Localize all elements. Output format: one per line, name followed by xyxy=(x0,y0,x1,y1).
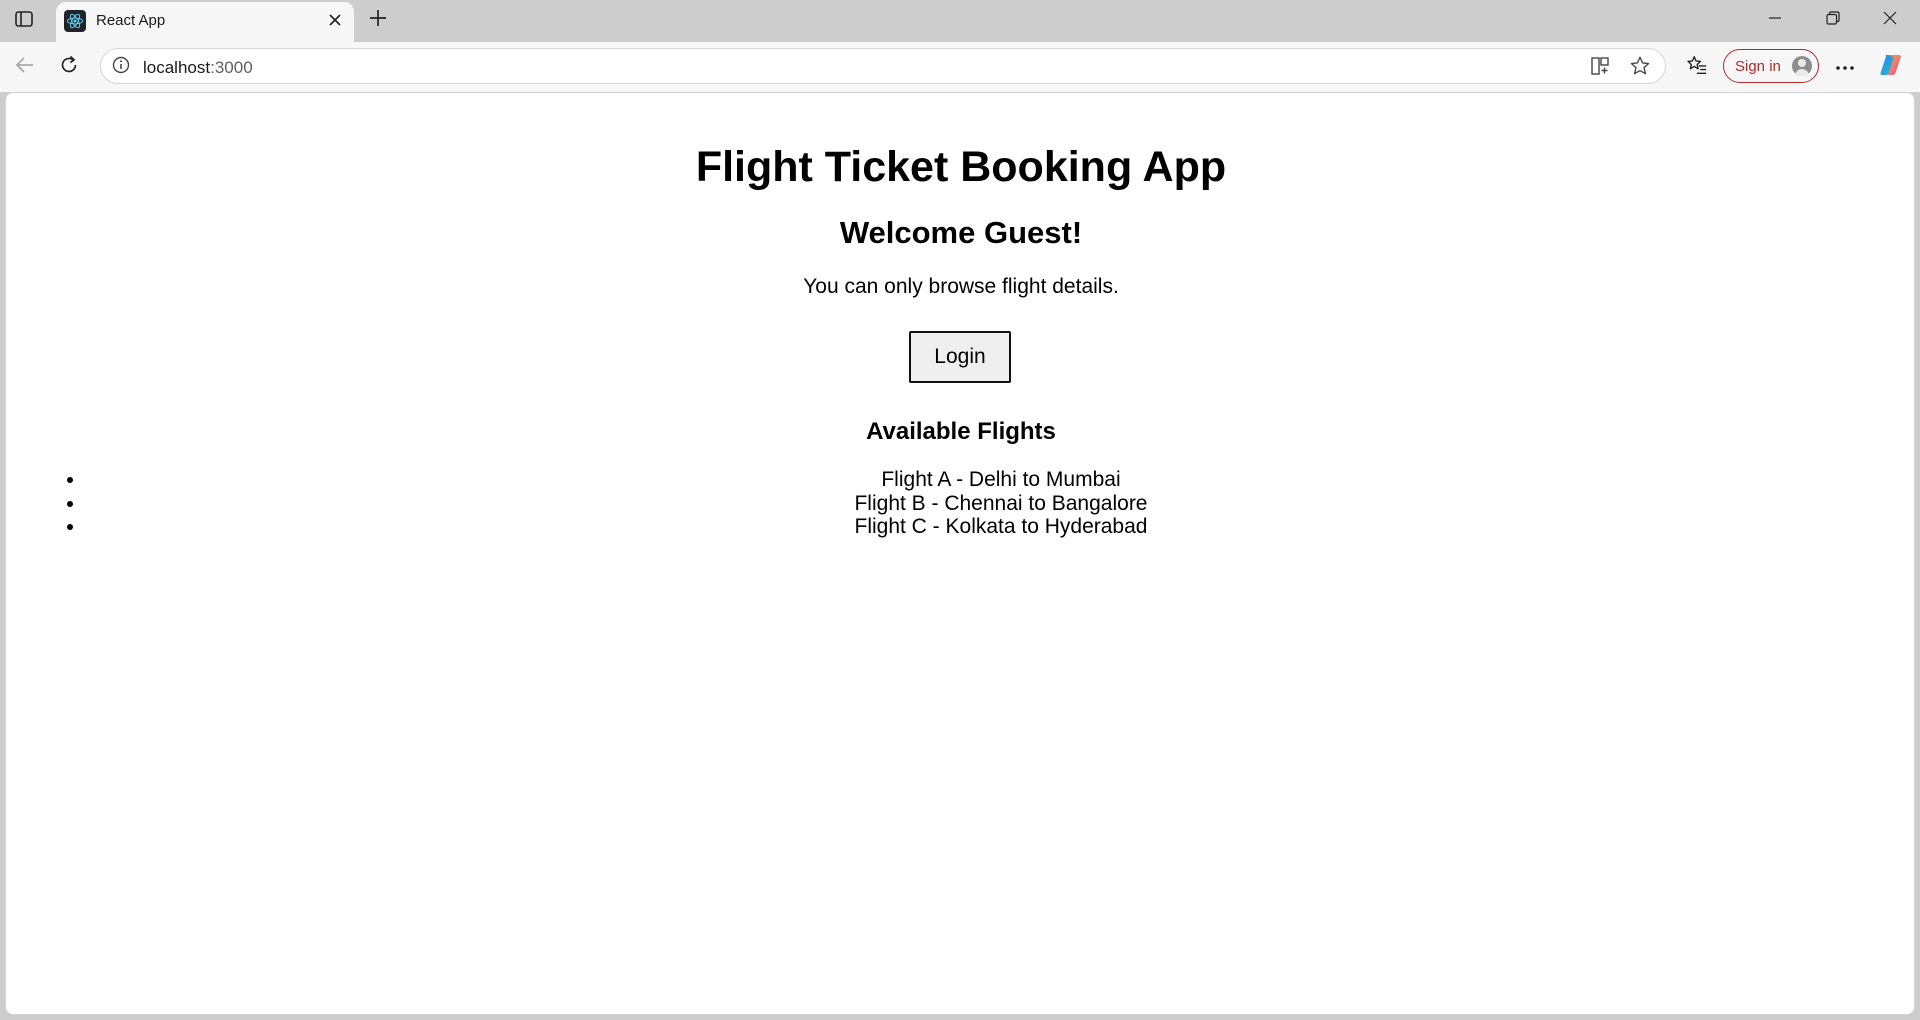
avatar-icon xyxy=(1792,56,1812,76)
favorites-icon xyxy=(1686,54,1708,81)
available-flights-heading: Available Flights xyxy=(866,418,1056,445)
split-screen-button[interactable] xyxy=(1587,55,1613,81)
favorite-button[interactable] xyxy=(1627,55,1653,81)
close-window-icon xyxy=(1883,11,1897,30)
close-window-button[interactable] xyxy=(1862,0,1918,40)
new-tab-button[interactable] xyxy=(362,4,394,36)
more-icon xyxy=(1835,58,1855,76)
sign-in-button[interactable]: Sign in xyxy=(1723,49,1819,83)
login-button[interactable]: Login xyxy=(909,331,1011,383)
arrow-left-icon xyxy=(15,55,35,80)
sign-in-label: Sign in xyxy=(1735,58,1781,75)
site-info-button[interactable] xyxy=(111,56,131,79)
split-screen-icon xyxy=(1590,56,1610,81)
url-text: localhost:3000 xyxy=(143,58,253,78)
page-title: Flight Ticket Booking App xyxy=(695,143,1227,191)
page-viewport: Flight Ticket Booking App Welcome Guest!… xyxy=(5,92,1915,1015)
flight-list-item: Flight B - Chennai to Bangalore xyxy=(86,492,1914,516)
info-icon xyxy=(112,56,130,79)
address-bar[interactable]: localhost:3000 xyxy=(100,48,1666,84)
browser-window: React App localhost:3000 Sign in Flight … xyxy=(0,0,1920,1020)
star-icon xyxy=(1629,55,1651,82)
url-port: :3000 xyxy=(210,58,253,77)
restore-icon xyxy=(1826,10,1840,30)
react-logo-icon xyxy=(64,10,86,32)
welcome-heading: Welcome Guest! xyxy=(839,215,1083,250)
copilot-button[interactable] xyxy=(1874,50,1908,84)
minimize-icon xyxy=(1768,11,1782,30)
tab-strip: React App xyxy=(0,0,1920,42)
tab-actions-button[interactable] xyxy=(8,6,40,36)
tab-actions-icon xyxy=(15,10,33,32)
tab-react-app[interactable]: React App xyxy=(56,2,354,42)
plus-icon xyxy=(369,9,387,32)
copilot-icon xyxy=(1878,52,1904,83)
refresh-button[interactable] xyxy=(52,50,86,84)
url-host: localhost xyxy=(143,58,211,77)
browser-toolbar: localhost:3000 Sign in xyxy=(0,42,1920,92)
favorites-button[interactable] xyxy=(1680,50,1714,84)
guest-info-text: You can only browse flight details. xyxy=(803,275,1119,298)
more-button[interactable] xyxy=(1828,50,1862,84)
minimize-button[interactable] xyxy=(1747,0,1803,40)
back-button[interactable] xyxy=(8,50,42,84)
refresh-icon xyxy=(59,55,79,80)
flight-list: Flight A - Delhi to Mumbai Flight B - Ch… xyxy=(6,468,1914,539)
close-icon xyxy=(329,13,341,31)
flight-list-item: Flight C - Kolkata to Hyderabad xyxy=(86,515,1914,539)
tab-title: React App xyxy=(96,12,166,29)
flight-list-item: Flight A - Delhi to Mumbai xyxy=(86,468,1914,492)
close-tab-button[interactable] xyxy=(324,11,346,33)
restore-button[interactable] xyxy=(1805,0,1861,40)
